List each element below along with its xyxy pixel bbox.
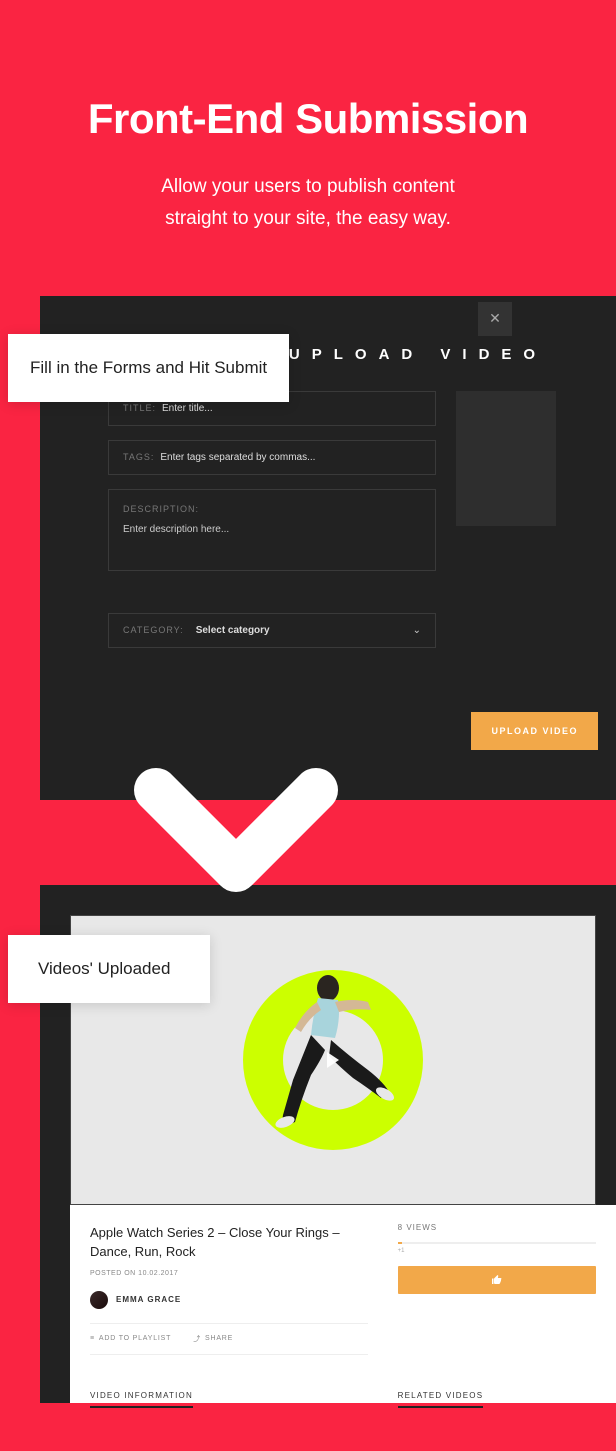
thumbnail-preview: [456, 391, 556, 526]
playlist-icon: ≡: [90, 1335, 95, 1342]
callout-label-1: Fill in the Forms and Hit Submit: [8, 334, 289, 402]
chevron-down-icon: ⌄: [413, 625, 421, 636]
video-title: Apple Watch Series 2 – Close Your Rings …: [90, 1223, 368, 1262]
close-button[interactable]: ✕: [478, 302, 512, 336]
video-meta: Apple Watch Series 2 – Close Your Rings …: [70, 1205, 616, 1365]
upload-form: TITLE: Enter title... TAGS: Enter tags s…: [40, 363, 616, 672]
description-input[interactable]: DESCRIPTION: Enter description here...: [108, 489, 436, 571]
rating-bar: [398, 1242, 596, 1244]
add-to-playlist-button[interactable]: ≡ ADD TO PLAYLIST: [90, 1334, 171, 1344]
upload-panel: ✕ UPLOAD VIDEO Fill in the Forms and Hit…: [40, 296, 616, 800]
posted-date: POSTED ON 10.02.2017: [90, 1270, 368, 1277]
author-row: EMMA GRACE: [90, 1291, 368, 1309]
hero-title: Front-End Submission: [40, 95, 576, 143]
tags-input[interactable]: TAGS: Enter tags separated by commas...: [108, 440, 436, 475]
tab-video-information[interactable]: VIDEO INFORMATION: [90, 1391, 193, 1408]
share-icon: ⤴: [193, 1334, 201, 1344]
avatar: [90, 1291, 108, 1309]
play-icon: [327, 1052, 339, 1068]
category-select[interactable]: CATEGORY: Select category ⌄: [108, 613, 436, 648]
arrow-connector: [0, 760, 616, 945]
tab-related-videos[interactable]: RELATED VIDEOS: [398, 1391, 484, 1408]
view-count: 8 VIEWS: [398, 1223, 596, 1232]
callout-label-2: Videos' Uploaded: [8, 935, 210, 1003]
thumbs-up-icon: [491, 1274, 503, 1286]
rating-label: +1: [398, 1248, 596, 1254]
hero-section: Front-End Submission Allow your users to…: [0, 0, 616, 296]
like-button[interactable]: [398, 1266, 596, 1294]
chevron-down-large-icon: [126, 760, 346, 940]
section-tabs: VIDEO INFORMATION RELATED VIDEOS: [70, 1365, 616, 1403]
share-button[interactable]: ⤴ SHARE: [193, 1334, 233, 1344]
video-result-panel: Videos' Uploaded Apple Watch Series 2 – …: [40, 885, 616, 1403]
author-name: EMMA GRACE: [116, 1295, 181, 1304]
upload-video-button[interactable]: UPLOAD VIDEO: [471, 712, 598, 750]
hero-subtitle: Allow your users to publish content stra…: [40, 171, 576, 236]
